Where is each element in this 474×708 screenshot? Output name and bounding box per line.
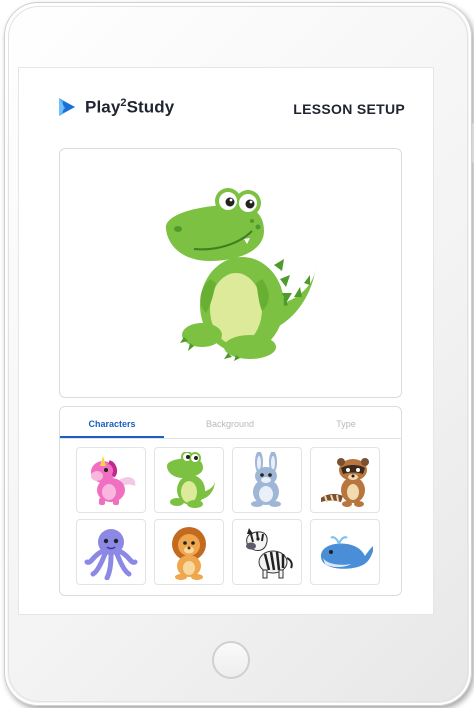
lion-icon (172, 527, 206, 580)
play-logo-icon (59, 98, 75, 116)
page-title: LESSON SETUP (293, 101, 405, 117)
picker-tabs: Characters Background Type (60, 407, 401, 439)
character-tile-raccoon[interactable] (310, 447, 380, 513)
character-picker: Characters Background Type (59, 406, 402, 596)
tab-background[interactable]: Background (178, 419, 282, 429)
brand-logo[interactable]: Play2Study (57, 96, 174, 118)
unicorn-icon (91, 456, 136, 505)
character-tile-zebra[interactable] (232, 519, 302, 585)
bunny-icon (251, 452, 281, 507)
zebra-icon (246, 528, 293, 579)
octopus-icon (84, 529, 138, 580)
character-tile-lion[interactable] (154, 519, 224, 585)
character-tile-unicorn[interactable] (76, 447, 146, 513)
crocodile-icon (167, 452, 215, 508)
tab-characters[interactable]: Characters (60, 419, 164, 429)
character-tile-bunny[interactable] (232, 447, 302, 513)
character-tile-crocodile[interactable] (154, 447, 224, 513)
raccoon-icon (321, 458, 369, 507)
active-tab-indicator (60, 436, 164, 438)
app-screen: Play2Study LESSON SETUP Characters Backg… (18, 67, 434, 615)
character-tile-octopus[interactable] (76, 519, 146, 585)
brand-name: Play2Study (85, 96, 175, 117)
tab-type[interactable]: Type (294, 419, 398, 429)
header: Play2Study LESSON SETUP (57, 96, 405, 122)
whale-icon (321, 536, 373, 569)
home-button[interactable] (212, 641, 250, 679)
character-tile-whale[interactable] (310, 519, 380, 585)
character-preview (59, 148, 402, 398)
crocodile-icon (165, 188, 316, 361)
